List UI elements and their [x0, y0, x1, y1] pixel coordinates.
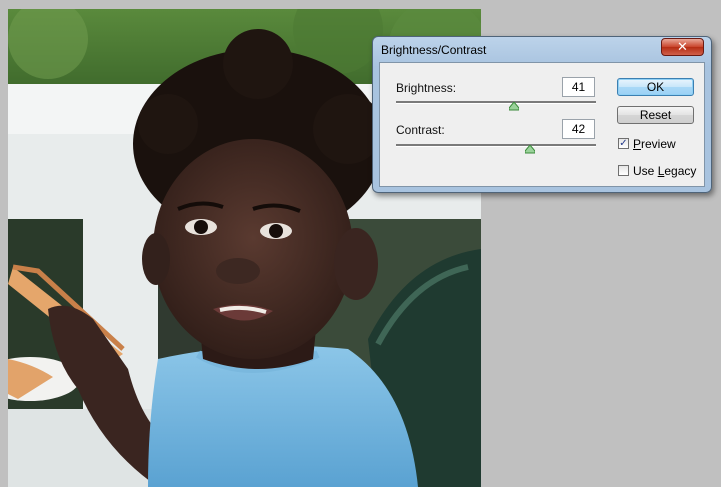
ok-button[interactable]: OK [617, 78, 694, 96]
brightness-label: Brightness: [396, 81, 457, 95]
brightness-contrast-dialog: Brightness/Contrast ✕ Brightness: 41 Con… [372, 36, 712, 193]
checkmark-icon: ✓ [619, 138, 628, 149]
preview-checkbox[interactable]: ✓ [618, 138, 629, 149]
use-legacy-checkbox[interactable] [618, 165, 629, 176]
contrast-label: Contrast: [396, 123, 445, 137]
brightness-value-field[interactable]: 41 [562, 77, 595, 97]
contrast-value-field[interactable]: 42 [562, 119, 595, 139]
brightness-slider-track[interactable] [396, 101, 596, 104]
close-button[interactable]: ✕ [661, 38, 704, 56]
reset-button[interactable]: Reset [617, 106, 694, 124]
contrast-slider-track[interactable] [396, 144, 596, 147]
dialog-title: Brightness/Contrast [381, 43, 487, 57]
preview-label[interactable]: Preview [633, 137, 676, 151]
close-icon: ✕ [677, 39, 688, 54]
dialog-body: Brightness: 41 Contrast: 42 OK Reset ✓ P… [379, 62, 705, 187]
brightness-slider-thumb[interactable] [509, 102, 519, 111]
use-legacy-label[interactable]: Use Legacy [633, 164, 696, 178]
contrast-slider-thumb[interactable] [525, 145, 535, 154]
